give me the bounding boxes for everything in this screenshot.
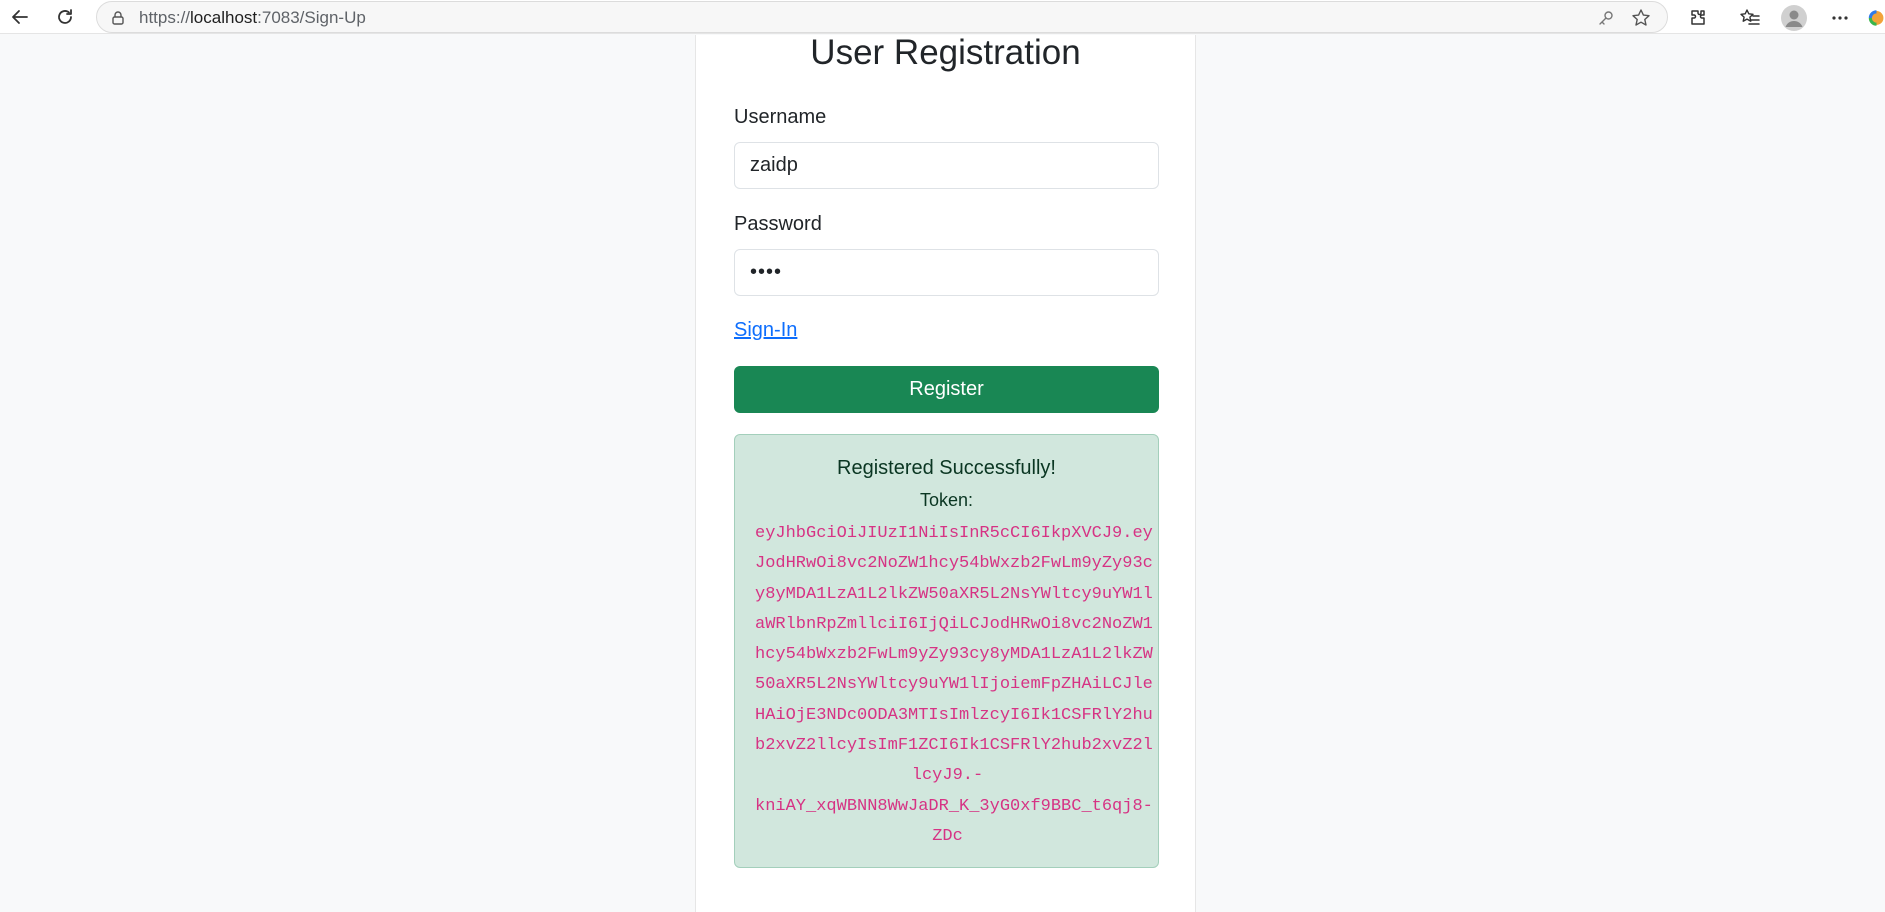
token-line: JodHRwOi8vc2NoZW1hcy54bWxzb2FwLm9yZy93c <box>755 554 1153 574</box>
address-bar[interactable]: https://localhost:7083/Sign-Up <box>96 1 1668 33</box>
reload-icon[interactable] <box>51 3 79 31</box>
username-label: Username <box>734 106 827 128</box>
password-input[interactable]: •••• <box>734 249 1159 296</box>
favorites-icon[interactable] <box>1736 4 1764 32</box>
token-value: eyJhbGciOiJIUzI1NiIsInR5cCI6IkpXVCJ9.ey … <box>755 519 1153 852</box>
success-message: Registered Successfully! <box>837 457 1056 479</box>
sign-in-link[interactable]: Sign-In <box>734 319 797 342</box>
key-icon[interactable] <box>1595 7 1617 29</box>
token-line: ZDc <box>932 826 963 846</box>
token-line: 50aXR5L2NsYWltcy9uYW1lIjoiemFpZHAiLCJle <box>755 675 1153 695</box>
token-line: eyJhbGciOiJIUzI1NiIsInR5cCI6IkpXVCJ9.ey <box>755 524 1153 543</box>
copilot-icon[interactable] <box>1868 4 1885 32</box>
token-line: aWRlbnRpZmllciI6IjQiLCJodHRwOi8vc2NoZW1 <box>755 614 1153 634</box>
token-line: y8yMDA1LzA1L2lkZW50aXR5L2NsYWltcy9uYW1l <box>755 584 1153 604</box>
url-text[interactable]: https://localhost:7083/Sign-Up <box>139 8 366 28</box>
star-icon[interactable] <box>1630 7 1652 29</box>
token-line: lcyJ9.- <box>911 766 984 786</box>
extensions-icon[interactable] <box>1684 4 1712 32</box>
password-label: Password <box>734 213 822 235</box>
register-button[interactable]: Register <box>734 366 1159 413</box>
page-title: User Registration <box>810 33 1081 72</box>
profile-avatar-icon[interactable] <box>1780 4 1808 32</box>
token-line: kniAY_xqWBNN8WwJaDR_K_3yG0xf9BBC_t6qj8- <box>755 796 1153 816</box>
lock-icon[interactable] <box>107 7 129 29</box>
more-options-icon[interactable] <box>1826 4 1854 32</box>
token-line: b2xvZ2llcyIsImF1ZCI6Ik1CSFRlY2hub2xvZ2l <box>755 736 1153 756</box>
back-arrow-icon[interactable] <box>6 3 34 31</box>
token-line: HAiOjE3NDc0ODA3MTIsImlzcyI6Ik1CSFRlY2hu <box>755 705 1153 725</box>
page-content: User Registration Username zaidp Passwor… <box>0 35 1885 912</box>
token-line: hcy54bWxzb2FwLm9yZy93cy8yMDA1LzA1L2lkZW <box>755 645 1153 665</box>
registration-card: User Registration Username zaidp Passwor… <box>695 35 1196 912</box>
token-label: Token: <box>919 490 974 510</box>
success-alert: Registered Successfully! Token: eyJhbGci… <box>734 434 1159 868</box>
browser-toolbar: https://localhost:7083/Sign-Up <box>0 0 1885 34</box>
username-input[interactable]: zaidp <box>734 142 1159 189</box>
